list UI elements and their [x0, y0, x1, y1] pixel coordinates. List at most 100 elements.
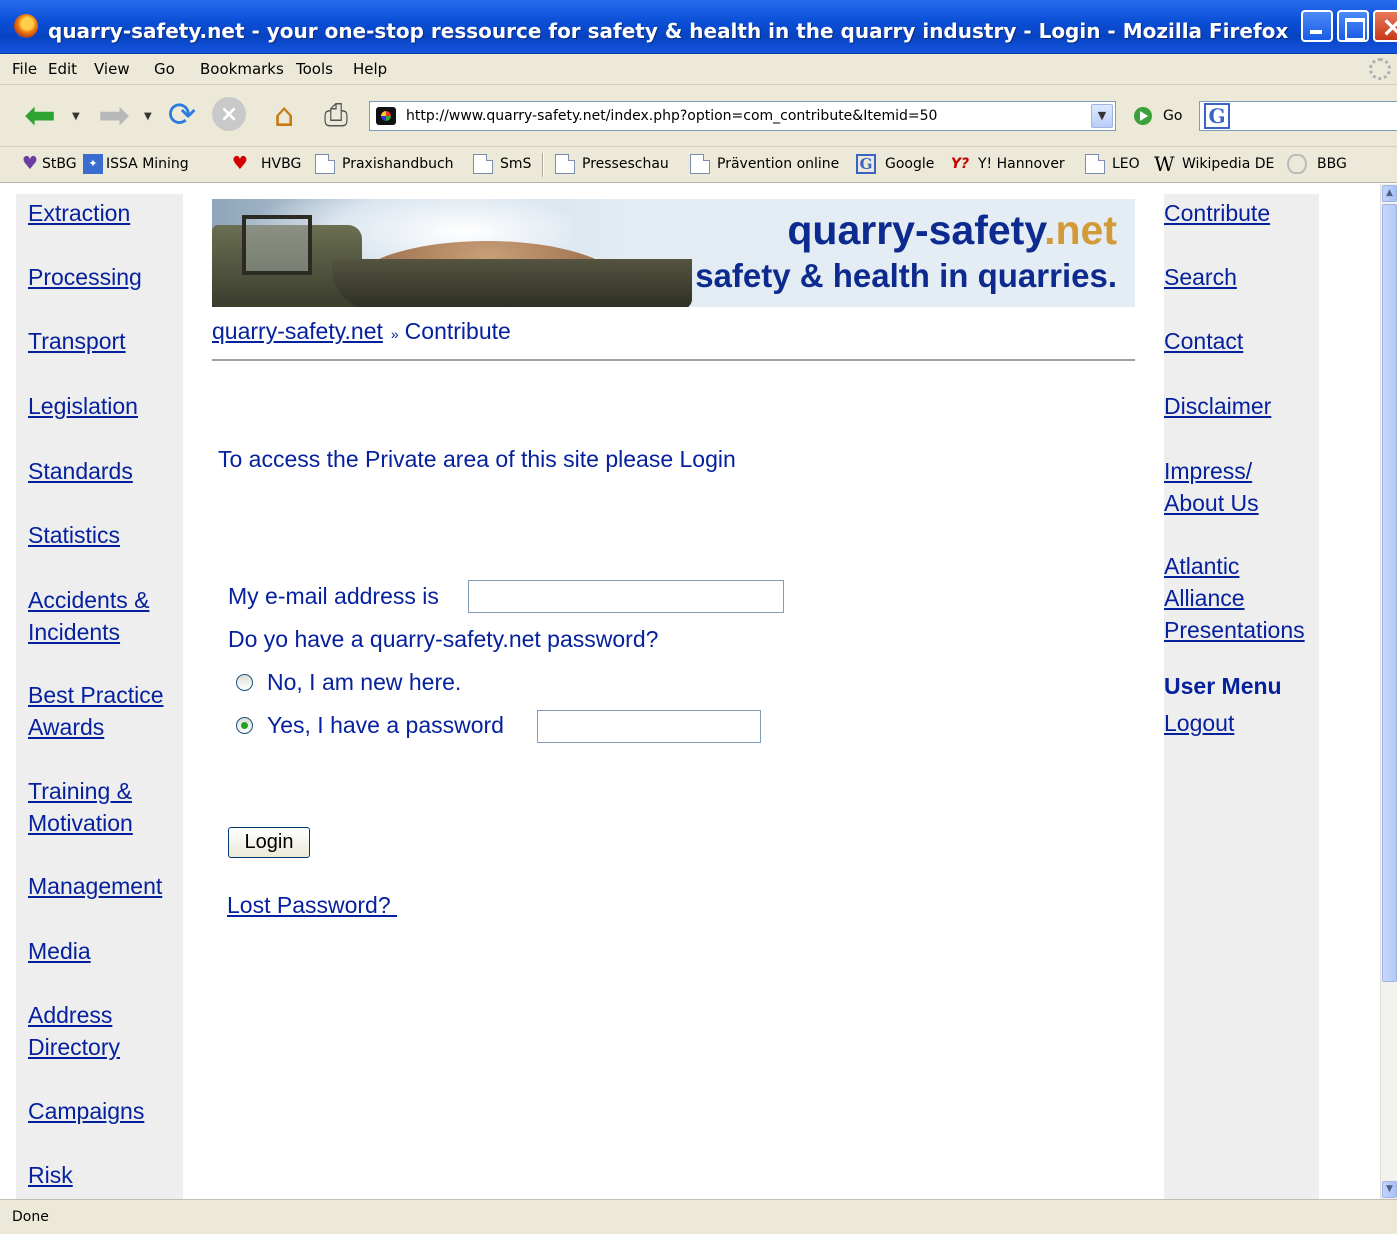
site-banner: quarry-safety.net safety & health in qua…	[212, 199, 1135, 307]
nav-contact[interactable]: Contact	[1164, 326, 1243, 357]
vertical-scrollbar[interactable]: ▲ ▼	[1380, 184, 1397, 1199]
radio-new-user-label[interactable]: No, I am new here.	[267, 669, 461, 696]
print-icon[interactable]: ⎙	[316, 95, 356, 135]
back-icon[interactable]: ⬅	[18, 93, 62, 137]
radio-new-user[interactable]	[236, 674, 253, 691]
nav-extraction[interactable]: Extraction	[28, 198, 130, 229]
radio-existing-user[interactable]	[236, 717, 253, 734]
bookmark-bbg[interactable]: BBG	[1317, 156, 1347, 172]
reload-icon[interactable]: ⟳	[162, 95, 202, 135]
forward-dropdown-icon[interactable]: ▼	[144, 111, 152, 122]
nav-atlantic-line-2[interactable]: Alliance	[1164, 585, 1245, 611]
breadcrumb-home-link[interactable]: quarry-safety.net	[212, 318, 383, 344]
nav-transport[interactable]: Transport	[28, 326, 126, 357]
scrollbar-thumb[interactable]	[1382, 204, 1397, 982]
bookmark-praxishandbuch[interactable]: Praxishandbuch	[342, 156, 454, 172]
bookmark-stbg[interactable]: StBG	[42, 156, 77, 172]
stop-icon[interactable]: ×	[212, 97, 246, 131]
yahoo-icon: Y?	[950, 156, 970, 172]
nav-atlantic-alliance-presentations[interactable]: Atlantic Alliance Presentations	[1164, 551, 1305, 647]
nav-processing[interactable]: Processing	[28, 262, 142, 293]
forward-icon[interactable]: ➡	[92, 93, 136, 137]
menu-go[interactable]: Go	[154, 60, 175, 78]
google-search-icon[interactable]: G	[1204, 103, 1230, 129]
go-arrow-icon	[1134, 107, 1152, 125]
menu-file[interactable]: File	[12, 60, 37, 78]
breadcrumb-separator: »	[390, 326, 399, 342]
nav-atlantic-line-3[interactable]: Presentations	[1164, 617, 1305, 643]
menu-edit[interactable]: Edit	[48, 60, 77, 78]
email-label: My e-mail address is	[228, 583, 439, 609]
login-button[interactable]: Login	[228, 827, 310, 858]
nav-atlantic-line-1[interactable]: Atlantic	[1164, 553, 1239, 579]
close-button[interactable]	[1373, 10, 1397, 43]
nav-search[interactable]: Search	[1164, 262, 1237, 293]
maximize-button[interactable]	[1337, 10, 1369, 42]
nav-campaigns[interactable]: Campaigns	[28, 1096, 144, 1127]
bookmark-presseschau[interactable]: Presseschau	[582, 156, 669, 172]
back-dropdown-icon[interactable]: ▼	[72, 111, 80, 122]
menu-bar: File Edit View Go Bookmarks Tools Help	[0, 54, 1397, 85]
nav-risk[interactable]: Risk	[28, 1160, 73, 1191]
nav-best-practice-line-1[interactable]: Best Practice	[28, 682, 164, 708]
page-icon	[1085, 154, 1105, 174]
address-dropdown-icon[interactable]: ▼	[1091, 104, 1113, 128]
bookmark-praevention-online[interactable]: Prävention online	[717, 156, 839, 172]
nav-impress-line-1[interactable]: Impress/	[1164, 458, 1252, 484]
nav-address-directory[interactable]: Address Directory	[28, 1000, 120, 1064]
address-bar[interactable]: http://www.quarry-safety.net/index.php?o…	[369, 101, 1116, 131]
nav-standards[interactable]: Standards	[28, 456, 133, 487]
scroll-down-icon[interactable]: ▼	[1382, 1181, 1397, 1198]
nav-media[interactable]: Media	[28, 936, 91, 967]
password-input[interactable]	[537, 710, 761, 743]
wikipedia-icon: W	[1154, 152, 1175, 176]
bbg-icon	[1287, 154, 1307, 174]
address-url[interactable]: http://www.quarry-safety.net/index.php?o…	[406, 108, 937, 124]
nav-address-line-1[interactable]: Address	[28, 1002, 112, 1028]
menu-bookmarks[interactable]: Bookmarks	[200, 60, 284, 78]
minimize-button[interactable]	[1301, 10, 1333, 42]
nav-impress-line-2[interactable]: About Us	[1164, 490, 1259, 516]
user-menu-heading: User Menu	[1164, 673, 1282, 699]
nav-impress-about-us[interactable]: Impress/ About Us	[1164, 456, 1259, 520]
nav-legislation[interactable]: Legislation	[28, 391, 138, 422]
menu-view[interactable]: View	[94, 60, 130, 78]
menu-help[interactable]: Help	[353, 60, 387, 78]
bookmark-y-hannover[interactable]: Y! Hannover	[978, 156, 1065, 172]
nav-best-practice-line-2[interactable]: Awards	[28, 714, 104, 740]
nav-training-motivation[interactable]: Training & Motivation	[28, 776, 133, 840]
bookmark-sms[interactable]: SmS	[500, 156, 531, 172]
radio-existing-user-label[interactable]: Yes, I have a password	[267, 712, 504, 739]
page-icon	[555, 154, 575, 174]
status-bar: Done	[0, 1199, 1397, 1234]
nav-training-line-2[interactable]: Motivation	[28, 810, 133, 836]
bookmark-wikipedia-de[interactable]: Wikipedia DE	[1182, 156, 1274, 172]
nav-best-practice-awards[interactable]: Best Practice Awards	[28, 680, 164, 744]
bookmark-leo[interactable]: LEO	[1112, 156, 1140, 172]
nav-contribute[interactable]: Contribute	[1164, 198, 1270, 229]
nav-logout[interactable]: Logout	[1164, 708, 1234, 739]
bookmark-issa-mining[interactable]: ISSA Mining	[106, 156, 189, 172]
content-divider	[212, 359, 1135, 361]
search-box[interactable]: G	[1199, 101, 1397, 131]
scroll-up-icon[interactable]: ▲	[1382, 185, 1397, 202]
nav-address-line-2[interactable]: Directory	[28, 1034, 120, 1060]
nav-training-line-1[interactable]: Training &	[28, 778, 132, 804]
bookmark-hvbg[interactable]: HVBG	[261, 156, 301, 172]
lost-password-link[interactable]: Lost Password?	[227, 892, 397, 919]
site-favicon-icon	[376, 107, 396, 125]
nav-disclaimer[interactable]: Disclaimer	[1164, 391, 1271, 422]
nav-management[interactable]: Management	[28, 871, 162, 902]
bookmark-google[interactable]: Google	[885, 156, 934, 172]
email-input[interactable]	[468, 580, 784, 613]
window-title: quarry-safety.net - your one-stop ressou…	[48, 19, 1289, 43]
login-intro-text: To access the Private area of this site …	[218, 446, 736, 472]
home-icon[interactable]: ⌂	[262, 95, 306, 135]
go-button[interactable]: Go	[1130, 104, 1190, 130]
nav-statistics[interactable]: Statistics	[28, 520, 120, 551]
menu-tools[interactable]: Tools	[296, 60, 333, 78]
nav-accidents-line-2[interactable]: Incidents	[28, 619, 120, 645]
go-label: Go	[1163, 108, 1183, 124]
nav-accidents-incidents[interactable]: Accidents & Incidents	[28, 585, 149, 649]
nav-accidents-line-1[interactable]: Accidents &	[28, 587, 149, 613]
